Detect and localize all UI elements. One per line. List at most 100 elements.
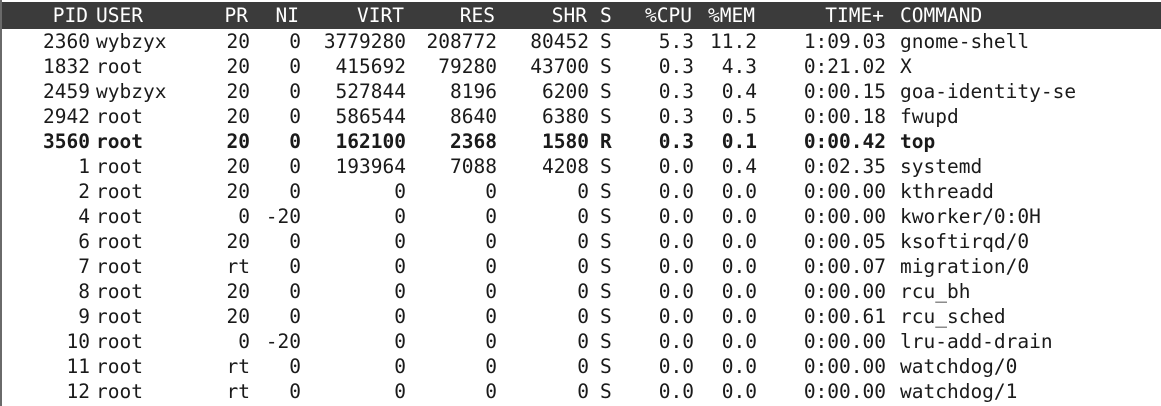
cell-s: S (600, 280, 612, 303)
table-row[interactable]: 2942 root 20 0 586544 8640 6380 S 0.3 0.5 0:00.18 f… (0, 104, 1161, 129)
cell-ni: 0 (289, 55, 301, 78)
cell-virt: 0 (394, 255, 406, 278)
cell-command: fwupd (900, 105, 959, 128)
cell-command: ksoftirqd/0 (900, 230, 1030, 253)
table-row[interactable]: 3560 root 20 0 162100 2368 1580 R 0.3 0.1 0:00.42 t… (0, 129, 1161, 154)
cell-ni: 0 (289, 255, 301, 278)
cell-pid: 10 (66, 330, 90, 353)
table-row[interactable]: 1832 root 20 0 415692 79280 43700 S 0.3 4.3 0:21.0… (0, 54, 1161, 79)
cell-mem: 0.4 (721, 80, 757, 103)
cell-command: migration/0 (900, 255, 1030, 278)
column-header-cpu[interactable]: %CPU (645, 2, 692, 29)
cell-ni: -20 (265, 330, 301, 353)
cell-mem: 0.0 (721, 255, 757, 278)
cell-virt: 586544 (335, 105, 406, 128)
cell-shr: 6380 (542, 105, 589, 128)
cell-s: S (600, 230, 612, 253)
cell-res: 208772 (426, 30, 497, 53)
column-header-pid[interactable]: PID (53, 2, 88, 29)
table-row[interactable]: 4 root 0 -20 0 0 0 S 0.0 0.0 0:00.00 kworker/0:0H (0, 204, 1161, 229)
cell-ni: 0 (289, 305, 301, 328)
table-row[interactable]: 1 root 20 0 193964 7088 4208 S 0.0 0.4 0:02.35 syst… (0, 154, 1161, 179)
cell-s: R (600, 130, 612, 153)
cell-cpu: 0.0 (658, 205, 694, 228)
cell-mem: 0.0 (721, 230, 757, 253)
cell-pid: 12 (66, 380, 90, 403)
table-row[interactable]: 11 root rt 0 0 0 0 S 0.0 0.0 0:00.00 watchdog/0 (0, 354, 1161, 379)
column-header-command[interactable]: COMMAND (900, 2, 982, 29)
cell-s: S (600, 80, 612, 103)
cell-pr: 20 (226, 305, 250, 328)
cell-time: 0:00.18 (803, 105, 886, 128)
cell-pid: 2942 (43, 105, 90, 128)
cell-user: root (96, 305, 143, 328)
cell-virt: 0 (394, 205, 406, 228)
cell-cpu: 0.0 (658, 255, 694, 278)
cell-mem: 0.0 (721, 305, 757, 328)
cell-s: S (600, 355, 612, 378)
cell-pid: 2459 (43, 80, 90, 103)
cell-pr: 0 (238, 205, 250, 228)
cell-shr: 6200 (542, 80, 589, 103)
cell-time: 0:02.35 (803, 155, 886, 178)
cell-s: S (600, 205, 612, 228)
cell-time: 0:00.07 (803, 255, 886, 278)
cell-ni: 0 (289, 30, 301, 53)
column-header-shr[interactable]: SHR (552, 2, 587, 29)
cell-mem: 0.0 (721, 330, 757, 353)
column-header-res[interactable]: RES (460, 2, 495, 29)
cell-pr: 20 (226, 130, 250, 153)
cell-pr: 20 (226, 105, 250, 128)
cell-user: root (96, 180, 143, 203)
table-row[interactable]: 2360 wybzyx 20 0 3779280 208772 80452 S 5.3 11.2 1… (0, 29, 1161, 54)
cell-mem: 0.4 (721, 155, 757, 178)
cell-ni: 0 (289, 180, 301, 203)
cell-command: rcu_bh (900, 280, 971, 303)
table-row[interactable]: 10 root 0 -20 0 0 0 S 0.0 0.0 0:00.00 lru-add-drain (0, 329, 1161, 354)
table-row[interactable]: 9 root 20 0 0 0 0 S 0.0 0.0 0:00.61 rcu_sched (0, 304, 1161, 329)
column-header-user[interactable]: USER (96, 2, 143, 29)
cell-pr: 0 (238, 330, 250, 353)
table-row[interactable]: 8 root 20 0 0 0 0 S 0.0 0.0 0:00.00 rcu_bh (0, 279, 1161, 304)
table-row[interactable]: 7 root rt 0 0 0 0 S 0.0 0.0 0:00.07 migration/0 (0, 254, 1161, 279)
cell-virt: 527844 (335, 80, 406, 103)
column-header-time[interactable]: TIME+ (825, 2, 884, 29)
cell-res: 0 (485, 205, 497, 228)
table-row[interactable]: 2459 wybzyx 20 0 527844 8196 6200 S 0.3 0.4 0:00.1… (0, 79, 1161, 104)
cell-command: kworker/0:0H (900, 205, 1041, 228)
table-header: PID USER PR NI VIRT RES SHR S %CPU %MEM TIME+ COMMA… (2, 2, 1161, 29)
cell-shr: 0 (577, 230, 589, 253)
cell-time: 0:00.00 (803, 380, 886, 403)
cell-res: 8196 (450, 80, 497, 103)
cell-res: 0 (485, 230, 497, 253)
column-header-virt[interactable]: VIRT (357, 2, 404, 29)
cell-time: 0:00.42 (803, 130, 886, 153)
cell-ni: 0 (289, 80, 301, 103)
table-row[interactable]: 2 root 20 0 0 0 0 S 0.0 0.0 0:00.00 kthreadd (0, 179, 1161, 204)
cell-user: root (96, 255, 143, 278)
column-header-pr[interactable]: PR (225, 2, 248, 29)
cell-time: 0:00.15 (803, 80, 886, 103)
cell-shr: 4208 (542, 155, 589, 178)
column-header-mem[interactable]: %MEM (708, 2, 755, 29)
cell-shr: 0 (577, 205, 589, 228)
cell-ni: 0 (289, 380, 301, 403)
cell-cpu: 0.3 (658, 55, 694, 78)
cell-pr: 20 (226, 55, 250, 78)
table-row[interactable]: 12 root rt 0 0 0 0 S 0.0 0.0 0:00.00 watchdog/1 (0, 379, 1161, 404)
cell-res: 7088 (450, 155, 497, 178)
cell-virt: 162100 (335, 130, 406, 153)
cell-res: 0 (485, 355, 497, 378)
cell-pid: 3560 (43, 130, 90, 153)
cell-shr: 1580 (542, 130, 589, 153)
cell-time: 0:00.00 (803, 330, 886, 353)
cell-mem: 0.0 (721, 280, 757, 303)
cell-pid: 7 (78, 255, 90, 278)
cell-virt: 3779280 (323, 30, 406, 53)
column-header-ni[interactable]: NI (276, 2, 299, 29)
column-header-s[interactable]: S (600, 2, 612, 29)
table-row[interactable]: 6 root 20 0 0 0 0 S 0.0 0.0 0:00.05 ksoftirqd/0 (0, 229, 1161, 254)
process-list: 2360 wybzyx 20 0 3779280 208772 80452 S 5.3 11.2 1… (0, 29, 1161, 404)
cell-ni: 0 (289, 280, 301, 303)
cell-command: goa-identity-se (900, 80, 1077, 103)
